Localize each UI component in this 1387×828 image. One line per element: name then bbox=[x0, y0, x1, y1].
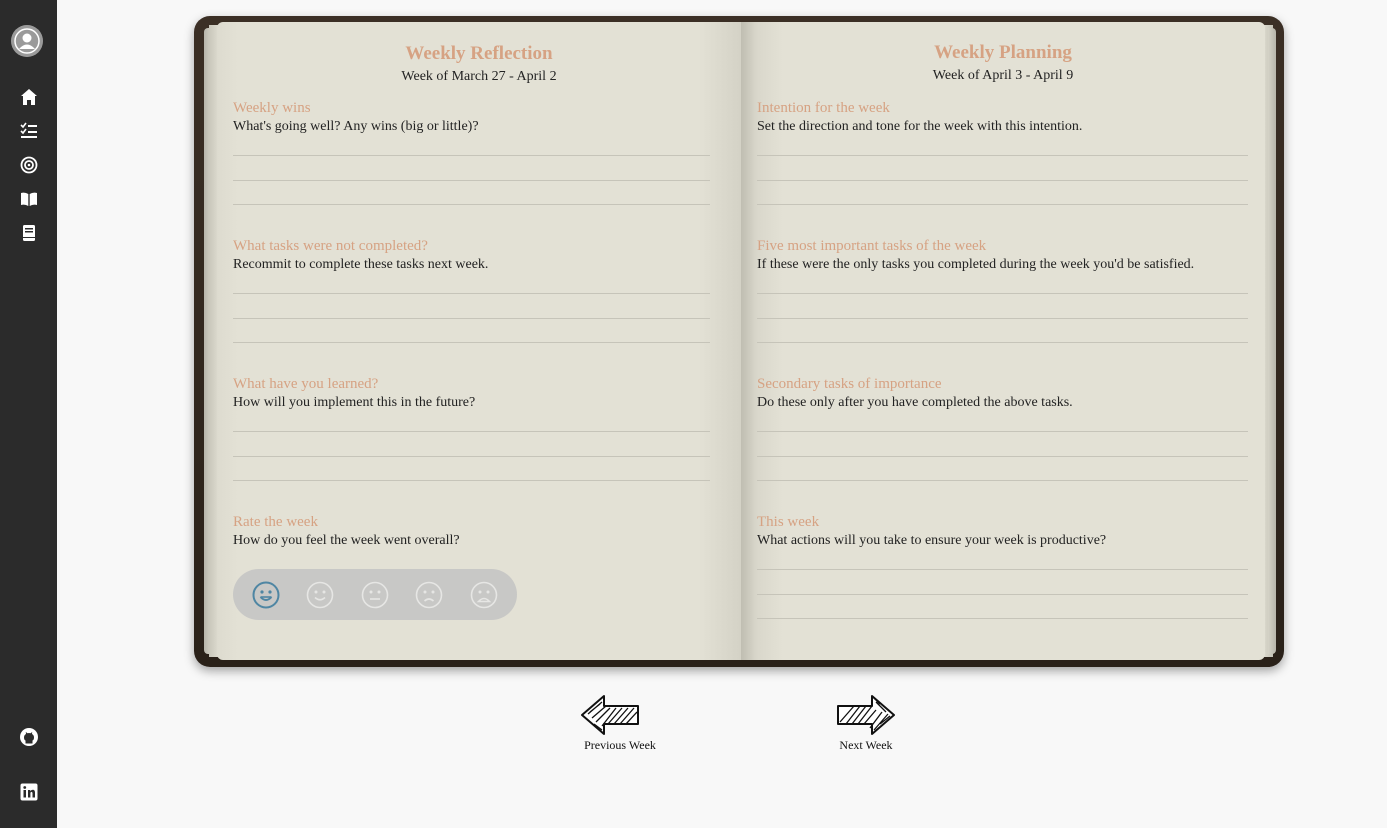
sidebar-item-github[interactable] bbox=[0, 723, 57, 751]
linkedin-icon bbox=[20, 783, 37, 801]
target-icon bbox=[20, 156, 37, 174]
section-prompt: How will you implement this in the futur… bbox=[233, 395, 476, 410]
section-title: Weekly wins bbox=[233, 100, 311, 116]
writing-line[interactable] bbox=[233, 180, 710, 181]
right-arrow-icon bbox=[837, 695, 895, 735]
sidebar-item-linkedin[interactable] bbox=[0, 778, 57, 806]
page-stack-right bbox=[1268, 28, 1276, 654]
happy-face-icon[interactable] bbox=[306, 581, 334, 609]
section-title: Secondary tasks of importance bbox=[757, 376, 942, 392]
home-icon bbox=[20, 89, 37, 105]
week-range: Week of March 27 - April 2 bbox=[401, 69, 557, 84]
sidebar-item-journal[interactable] bbox=[0, 185, 57, 213]
section-title: Intention for the week bbox=[757, 100, 890, 116]
writing-line[interactable] bbox=[233, 318, 710, 319]
user-avatar[interactable] bbox=[11, 25, 43, 57]
user-icon bbox=[11, 25, 43, 57]
writing-line[interactable] bbox=[233, 155, 710, 156]
section-title: What tasks were not completed? bbox=[233, 238, 428, 254]
section-prompt: Recommit to complete these tasks next we… bbox=[233, 257, 489, 272]
writing-line[interactable] bbox=[757, 155, 1248, 156]
sidebar-item-home[interactable] bbox=[0, 83, 57, 111]
writing-line[interactable] bbox=[757, 431, 1248, 432]
planning-page: Weekly Planning Week of April 3 - April … bbox=[741, 22, 1265, 660]
section-prompt: If these were the only tasks you complet… bbox=[757, 257, 1195, 272]
left-arrow-icon bbox=[581, 695, 639, 735]
sidebar-item-notes[interactable] bbox=[0, 219, 57, 247]
sidebar-item-goals[interactable] bbox=[0, 151, 57, 179]
very-happy-face-icon[interactable] bbox=[252, 581, 280, 609]
page-title: Weekly Planning bbox=[934, 42, 1072, 63]
writing-line[interactable] bbox=[757, 569, 1248, 570]
week-rating bbox=[233, 569, 517, 620]
section-prompt: Set the direction and tone for the week … bbox=[757, 119, 1083, 134]
very-sad-face-icon[interactable] bbox=[470, 581, 498, 609]
section-prompt: What actions will you take to ensure you… bbox=[757, 533, 1107, 548]
section-prompt: How do you feel the week went overall? bbox=[233, 533, 460, 548]
open-book-icon bbox=[20, 192, 37, 206]
writing-line[interactable] bbox=[233, 480, 710, 481]
writing-line[interactable] bbox=[757, 618, 1248, 619]
writing-line[interactable] bbox=[757, 204, 1248, 205]
sidebar bbox=[0, 0, 57, 828]
writing-line[interactable] bbox=[233, 204, 710, 205]
section-prompt: What's going well? Any wins (big or litt… bbox=[233, 119, 479, 134]
writing-line[interactable] bbox=[233, 456, 710, 457]
writing-line[interactable] bbox=[757, 456, 1248, 457]
writing-line[interactable] bbox=[757, 293, 1248, 294]
book-icon bbox=[22, 225, 35, 241]
checklist-icon bbox=[19, 122, 37, 138]
section-title: Five most important tasks of the week bbox=[757, 238, 987, 254]
sad-face-icon[interactable] bbox=[415, 581, 443, 609]
writing-line[interactable] bbox=[233, 431, 710, 432]
section-title: What have you learned? bbox=[233, 376, 379, 392]
next-week-button[interactable]: Next Week bbox=[834, 694, 898, 753]
writing-line[interactable] bbox=[757, 342, 1248, 343]
next-week-label: Next Week bbox=[839, 738, 893, 752]
writing-line[interactable] bbox=[233, 293, 710, 294]
week-range: Week of April 3 - April 9 bbox=[932, 68, 1074, 83]
section-title: This week bbox=[757, 514, 820, 530]
previous-week-label: Previous Week bbox=[584, 738, 656, 752]
sidebar-item-tasks[interactable] bbox=[0, 117, 57, 145]
neutral-face-icon[interactable] bbox=[361, 581, 389, 609]
page-title: Weekly Reflection bbox=[405, 43, 553, 64]
writing-line[interactable] bbox=[757, 480, 1248, 481]
section-prompt: Do these only after you have completed t… bbox=[757, 395, 1073, 410]
reflection-page: Weekly Reflection Week of March 27 - Apr… bbox=[217, 22, 741, 660]
writing-line[interactable] bbox=[757, 594, 1248, 595]
previous-week-button[interactable]: Previous Week bbox=[578, 694, 662, 753]
github-icon bbox=[19, 728, 38, 746]
section-title: Rate the week bbox=[233, 514, 318, 530]
writing-line[interactable] bbox=[757, 180, 1248, 181]
writing-line[interactable] bbox=[233, 342, 710, 343]
writing-line[interactable] bbox=[757, 318, 1248, 319]
